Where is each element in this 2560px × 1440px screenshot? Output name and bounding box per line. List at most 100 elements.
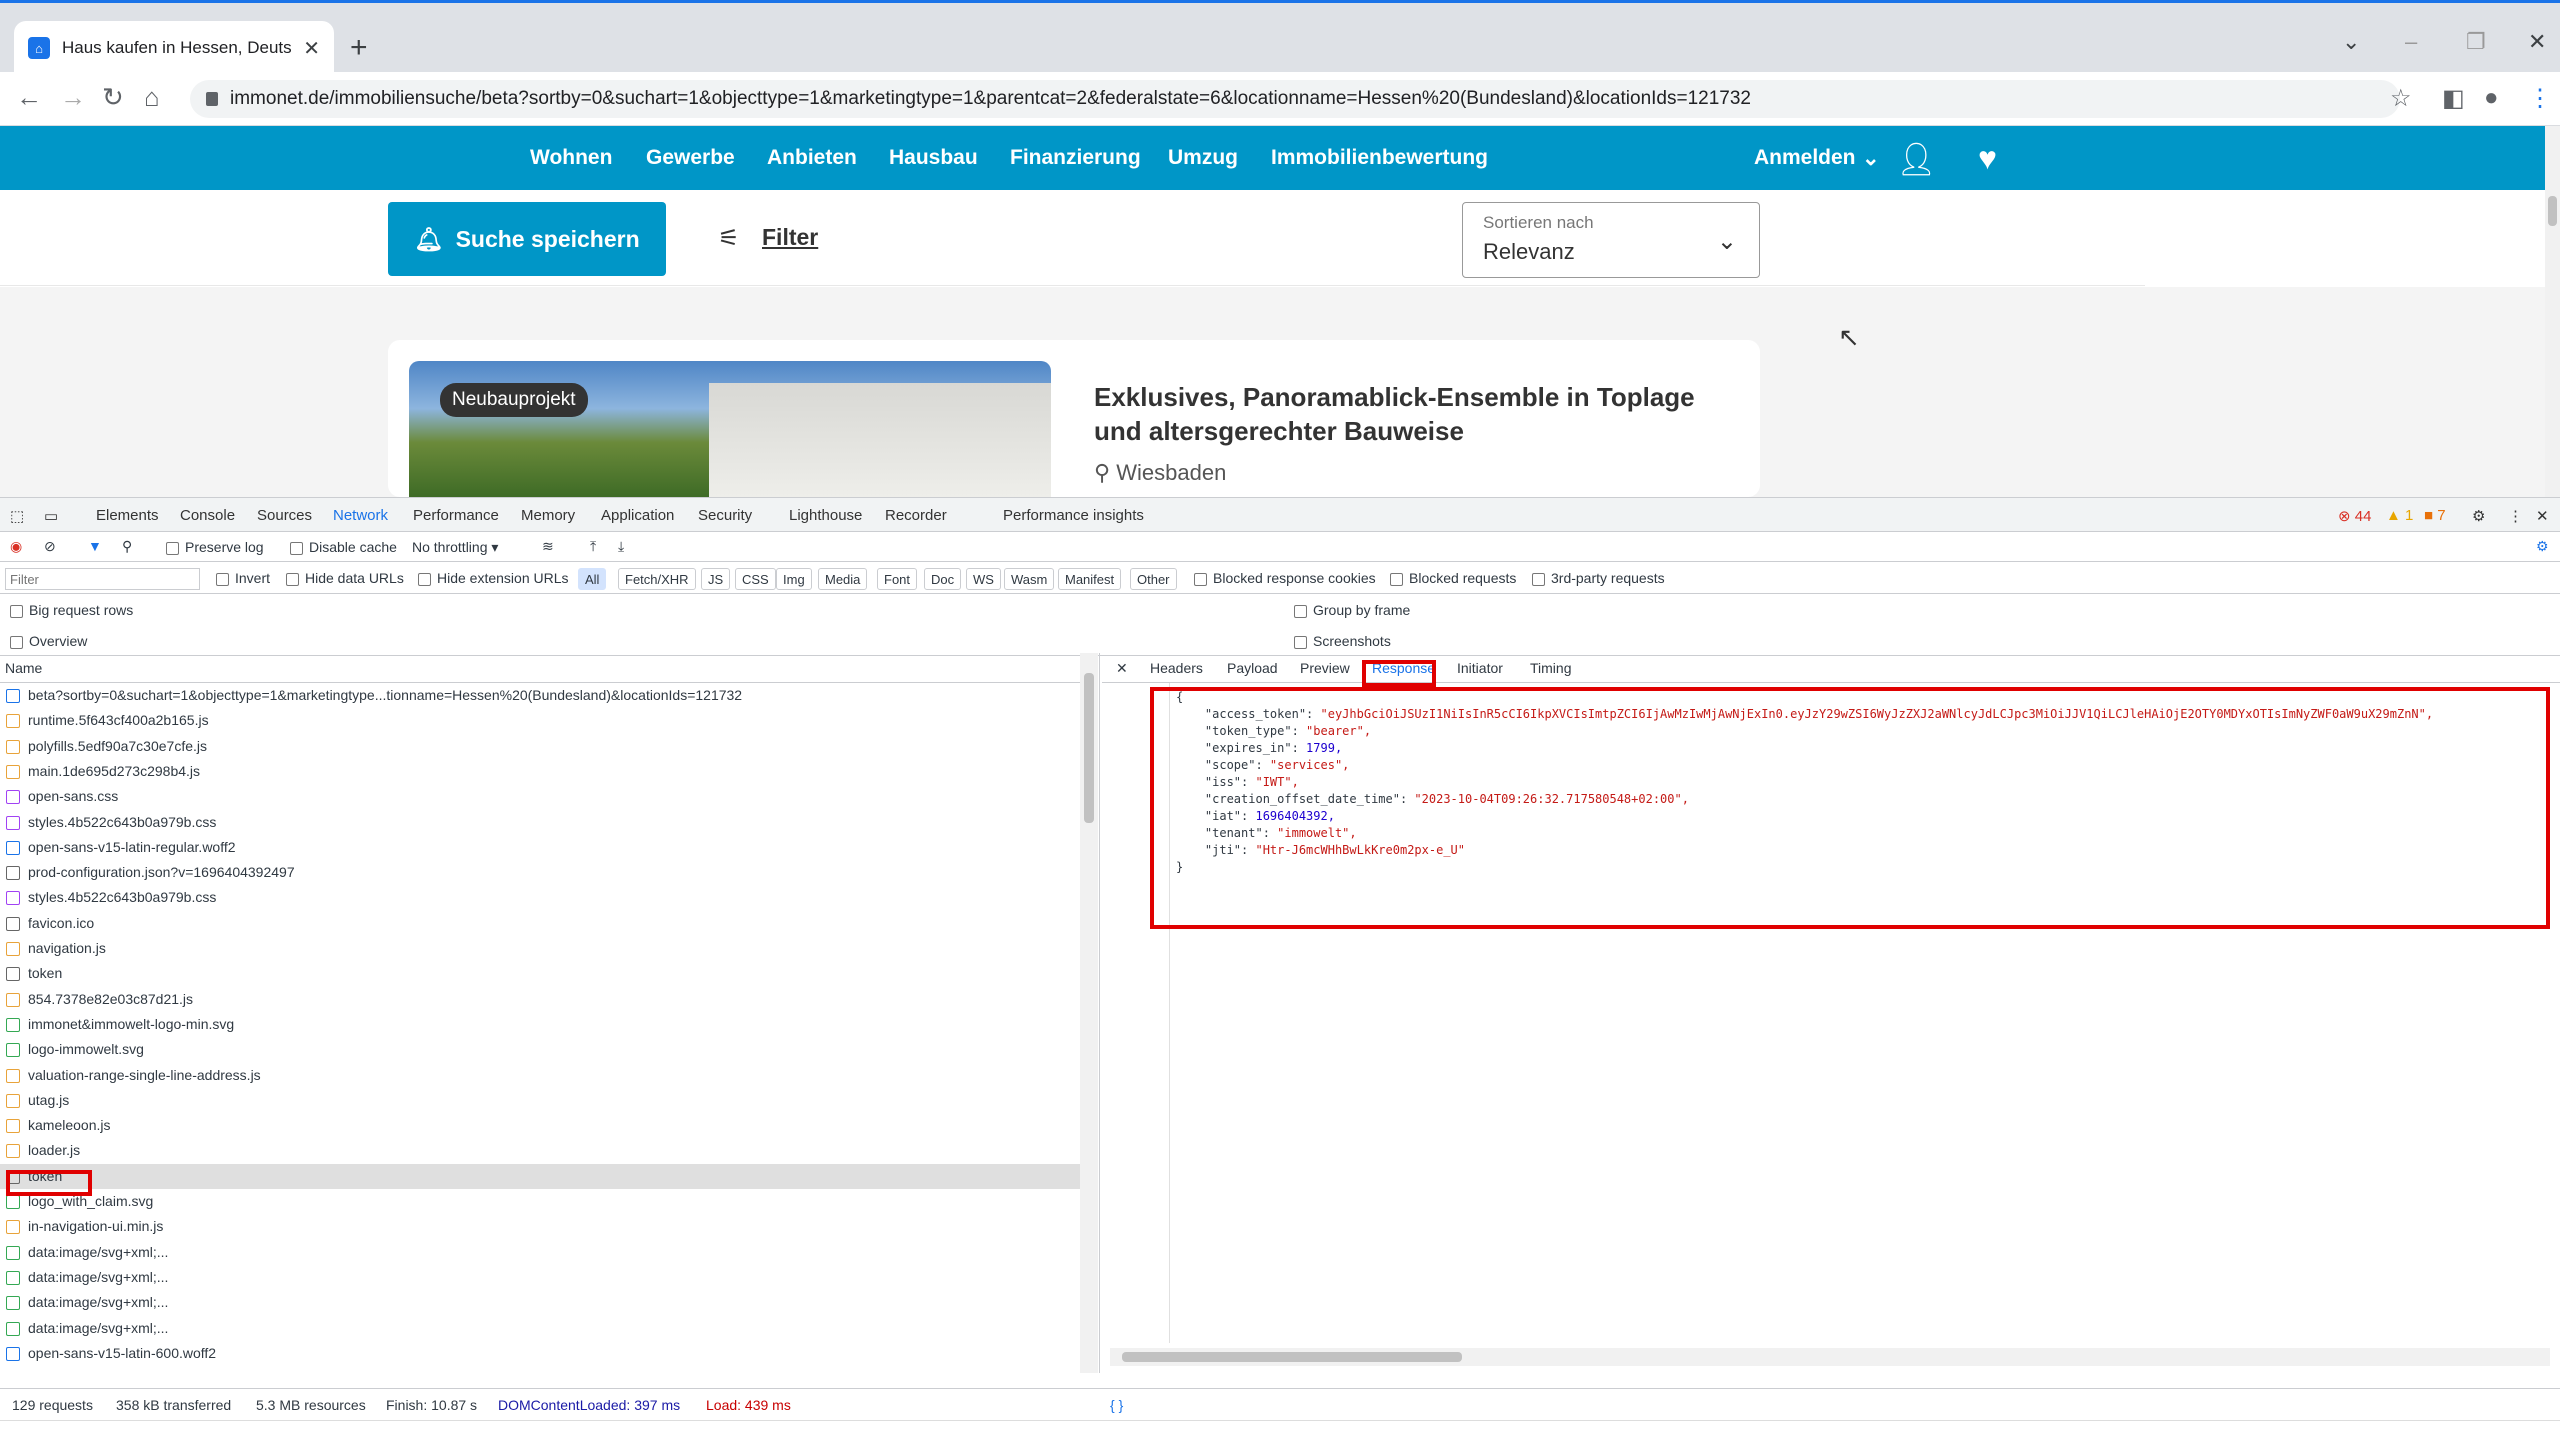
- tab-recorder[interactable]: Recorder: [885, 507, 947, 524]
- type-filter-css[interactable]: CSS: [735, 568, 776, 590]
- filter-button[interactable]: Filter: [762, 224, 818, 251]
- third-party-checkbox[interactable]: 3rd-party requests: [1532, 570, 1665, 586]
- close-detail-icon[interactable]: ✕: [1116, 660, 1128, 677]
- throttling-select[interactable]: No throttling ▾: [412, 539, 498, 556]
- request-row[interactable]: styles.4b522c643b0a979b.css: [0, 885, 1080, 910]
- type-filter-media[interactable]: Media: [818, 568, 868, 590]
- request-row[interactable]: token: [0, 1163, 1080, 1189]
- tab-performance[interactable]: Performance: [413, 507, 499, 524]
- sidepanel-icon[interactable]: ◧: [2442, 84, 2465, 113]
- user-icon[interactable]: 👤︎: [1896, 140, 1937, 178]
- type-filter-wasm[interactable]: Wasm: [1004, 568, 1055, 590]
- filter-input[interactable]: [5, 568, 200, 590]
- error-count[interactable]: ⊗ 44: [2338, 507, 2371, 525]
- menu-icon[interactable]: ⋮: [2528, 84, 2552, 113]
- request-row[interactable]: immonet&immowelt-logo-min.svg: [0, 1012, 1080, 1037]
- forward-icon[interactable]: →: [60, 82, 86, 113]
- browser-tab[interactable]: ⌂ Haus kaufen in Hessen, Deutsch ✕: [14, 21, 334, 75]
- save-search-button[interactable]: 🔔︎ Suche speichern: [388, 202, 666, 276]
- listing-image[interactable]: Neubauprojekt: [409, 361, 1051, 497]
- restore-icon[interactable]: ❐: [2466, 29, 2486, 55]
- request-row[interactable]: token: [0, 961, 1080, 986]
- request-row[interactable]: utag.js: [0, 1088, 1080, 1113]
- request-row[interactable]: beta?sortby=0&suchart=1&objecttype=1&mar…: [0, 683, 1080, 708]
- tab-elements[interactable]: Elements: [96, 507, 159, 524]
- listing-card[interactable]: Neubauprojekt Exklusives, Panoramablick-…: [388, 340, 1760, 497]
- detail-tab-payload[interactable]: Payload: [1227, 660, 1278, 676]
- tab-sources[interactable]: Sources: [257, 507, 312, 524]
- device-toggle-icon[interactable]: ▭: [44, 507, 58, 525]
- detail-tab-headers[interactable]: Headers: [1150, 660, 1203, 676]
- type-filter-font[interactable]: Font: [877, 568, 918, 590]
- name-column-header[interactable]: Name: [0, 653, 1080, 683]
- type-filter-js[interactable]: JS: [701, 568, 731, 590]
- response-hscrollbar[interactable]: [1110, 1348, 2550, 1366]
- detail-tab-preview[interactable]: Preview: [1300, 660, 1350, 676]
- blocked-requests-checkbox[interactable]: Blocked requests: [1390, 570, 1516, 586]
- export-har-icon[interactable]: ⤓: [618, 538, 624, 555]
- inspect-icon[interactable]: ⬚: [10, 507, 24, 525]
- tab-search-icon[interactable]: ⌄: [2342, 29, 2360, 55]
- request-row[interactable]: kameleoon.js: [0, 1113, 1080, 1138]
- request-row[interactable]: data:image/svg+xml;...: [0, 1240, 1080, 1265]
- record-icon[interactable]: ◉: [10, 538, 22, 555]
- type-filter-fetch[interactable]: Fetch/XHR: [618, 568, 696, 590]
- request-row[interactable]: in-navigation-ui.min.js: [0, 1214, 1080, 1239]
- overview-checkbox[interactable]: Overview: [10, 633, 87, 649]
- request-row[interactable]: data:image/svg+xml;...: [0, 1316, 1080, 1341]
- bookmark-star-icon[interactable]: ☆: [2390, 84, 2412, 113]
- invert-checkbox[interactable]: Invert: [216, 570, 270, 586]
- import-har-icon[interactable]: ⤒: [590, 538, 596, 555]
- issue-count[interactable]: ■ 7: [2424, 507, 2446, 524]
- nav-gewerbe[interactable]: Gewerbe: [646, 146, 735, 170]
- close-devtools-icon[interactable]: ✕: [2536, 507, 2549, 525]
- request-row[interactable]: open-sans-v15-latin-regular.woff2: [0, 835, 1080, 860]
- close-tab-icon[interactable]: ✕: [303, 36, 320, 61]
- blocked-cookies-checkbox[interactable]: Blocked response cookies: [1194, 570, 1376, 586]
- login-link[interactable]: Anmelden: [1754, 146, 1856, 170]
- filter-funnel-icon[interactable]: ▼: [88, 538, 102, 554]
- tab-application[interactable]: Application: [601, 507, 674, 524]
- request-list-scrollbar[interactable]: [1080, 653, 1098, 1373]
- request-row[interactable]: loader.js: [0, 1138, 1080, 1163]
- request-row[interactable]: data:image/svg+xml;...: [0, 1290, 1080, 1315]
- home-icon[interactable]: ⌂: [144, 82, 160, 113]
- clear-icon[interactable]: ⊘: [44, 538, 56, 555]
- request-row[interactable]: prod-configuration.json?v=1696404392497: [0, 860, 1080, 885]
- request-row[interactable]: 854.7378e82e03c87d21.js: [0, 987, 1080, 1012]
- type-filter-img[interactable]: Img: [776, 568, 812, 590]
- request-row[interactable]: main.1de695d273c298b4.js: [0, 759, 1080, 784]
- tab-memory[interactable]: Memory: [521, 507, 575, 524]
- profile-icon[interactable]: ●: [2484, 84, 2499, 112]
- request-row[interactable]: open-sans.css: [0, 784, 1080, 809]
- type-filter-ws[interactable]: WS: [966, 568, 1001, 590]
- request-row[interactable]: logo_with_claim.svg: [0, 1189, 1080, 1214]
- new-tab-icon[interactable]: +: [350, 31, 368, 65]
- request-row[interactable]: polyfills.5edf90a7c30e7cfe.js: [0, 734, 1080, 759]
- chevron-down-icon[interactable]: ⌄: [1862, 146, 1880, 171]
- request-row[interactable]: logo-immowelt.svg: [0, 1037, 1080, 1062]
- network-conditions-icon[interactable]: ≋: [542, 538, 554, 555]
- preserve-log-checkbox[interactable]: Preserve log: [166, 539, 264, 555]
- hide-extension-urls-checkbox[interactable]: Hide extension URLs: [418, 570, 569, 586]
- request-row[interactable]: open-sans-v15-latin-600.woff2: [0, 1341, 1080, 1366]
- type-filter-other[interactable]: Other: [1130, 568, 1177, 590]
- nav-immobilienbewertung[interactable]: Immobilienbewertung: [1271, 146, 1488, 170]
- pretty-print-icon[interactable]: { }: [1110, 1397, 1123, 1413]
- type-filter-all[interactable]: All: [578, 568, 607, 590]
- tab-security[interactable]: Security: [698, 507, 752, 524]
- nav-hausbau[interactable]: Hausbau: [889, 146, 978, 170]
- address-bar[interactable]: immonet.de/immobiliensuche/beta?sortby=0…: [190, 80, 2400, 118]
- request-row[interactable]: navigation.js: [0, 936, 1080, 961]
- back-icon[interactable]: ←: [16, 82, 42, 113]
- tab-console[interactable]: Console: [180, 507, 235, 524]
- screenshots-checkbox[interactable]: Screenshots: [1294, 633, 1391, 649]
- network-settings-icon[interactable]: ⚙: [2536, 538, 2549, 555]
- request-row[interactable]: data:image/svg+xml;...: [0, 1265, 1080, 1290]
- tab-lighthouse[interactable]: Lighthouse: [789, 507, 862, 524]
- close-window-icon[interactable]: ✕: [2528, 29, 2546, 55]
- request-row[interactable]: runtime.5f643cf400a2b165.js: [0, 708, 1080, 733]
- heart-icon[interactable]: ♥: [1978, 140, 1997, 177]
- devtools-menu-icon[interactable]: ⋮: [2508, 507, 2523, 525]
- nav-umzug[interactable]: Umzug: [1168, 146, 1238, 170]
